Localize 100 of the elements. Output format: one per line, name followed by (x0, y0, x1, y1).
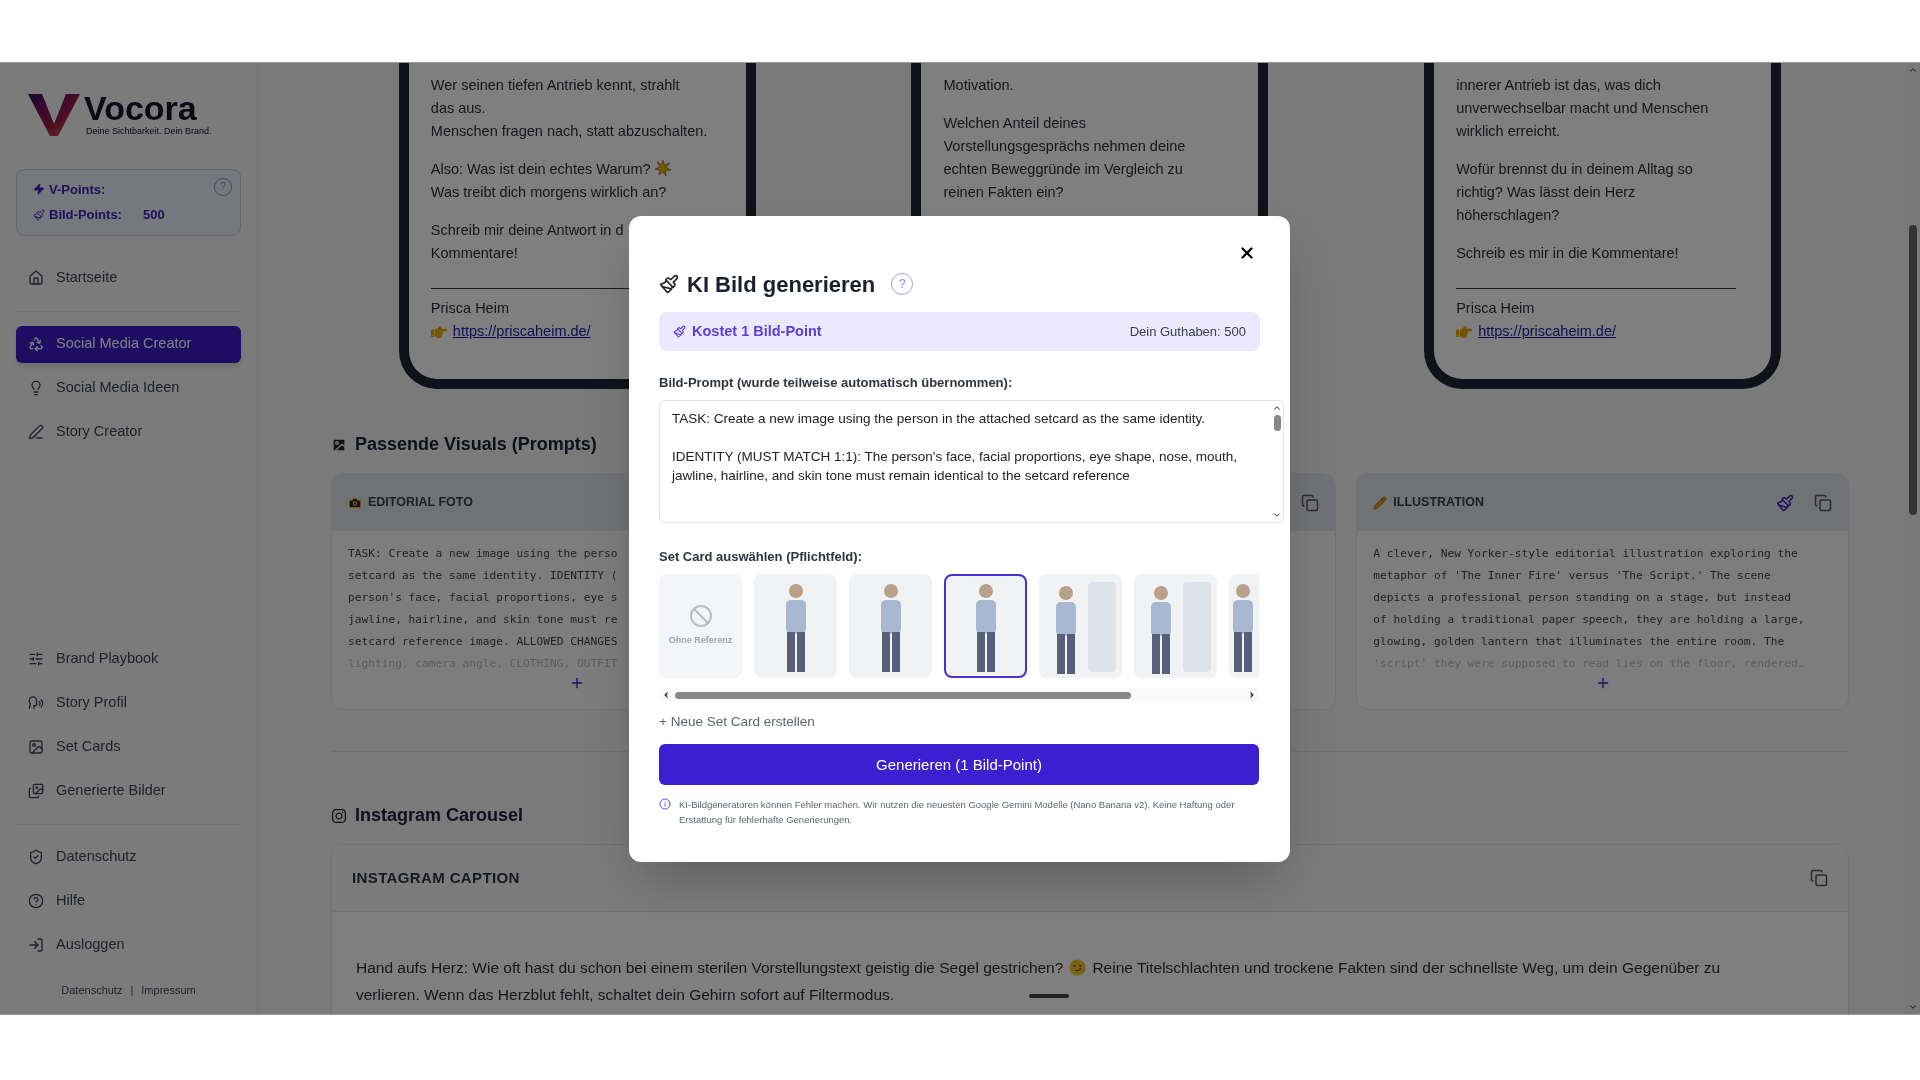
scroll-handle[interactable] (1029, 994, 1069, 998)
nav-item[interactable]: Generierte Bilder (16, 772, 241, 810)
pencil-icon (1373, 495, 1388, 510)
scroll-thumb[interactable] (1908, 225, 1917, 515)
scroll-right-icon[interactable] (1247, 690, 1257, 700)
lightning-icon (33, 183, 45, 196)
caption-text: Hand aufs Herz: Wie oft hast du schon bei einem sterilen Vorstellungstext geistig die Segel gestrichen? (356, 958, 1064, 978)
nav-item[interactable]: Brand Playbook (16, 640, 241, 678)
brush-icon (659, 274, 679, 294)
pointing-hand-icon (430, 323, 447, 340)
website-link[interactable]: https://priscaheim.de/ (1478, 320, 1616, 343)
speaking-person-icon (28, 695, 44, 711)
nav-item[interactable]: Hilfe (16, 882, 241, 920)
post-text: wirklich erreicht. (1456, 123, 1561, 139)
nav-item[interactable]: Set Cards (16, 728, 241, 766)
post-text: Schreib mir deine Antwort in d (430, 222, 624, 238)
cost-text: Kostet 1 Bild-Point (692, 321, 822, 341)
nav-item[interactable]: Story Creator (16, 413, 241, 451)
brand-tagline: Deine Sichtbarkeit. Dein Brand. (86, 125, 212, 138)
scroll-thumb[interactable] (1273, 414, 1281, 431)
logo-icon (28, 91, 80, 138)
brush-icon (673, 325, 686, 338)
setcard-thumbnail[interactable] (944, 574, 1027, 678)
copy-icon[interactable] (1301, 493, 1320, 512)
nav-item[interactable]: Social Media Ideen (16, 369, 241, 407)
dialog-title: KI Bild generieren (687, 270, 876, 299)
horizontal-scrollbar[interactable] (659, 688, 1259, 702)
post-text: Kommentare! (430, 245, 518, 261)
post-text: Schreib es mir in die Kommentare! (1456, 245, 1679, 261)
image-icon (331, 436, 347, 453)
generate-button[interactable]: Generieren (1 Bild-Point) (659, 744, 1259, 786)
post-text: Motivation. (943, 77, 1014, 93)
nav-item[interactable]: Datenschutz (16, 838, 241, 876)
brush-icon[interactable] (1776, 493, 1794, 512)
post-text: Was treibt dich morgens wirklich an? (430, 184, 667, 200)
scroll-down-icon[interactable] (1907, 1002, 1918, 1012)
lightbulb-icon (28, 380, 44, 396)
disclaimer-text: KI-Bildgeneratoren können Fehler machen. Wir nutzen die neuesten Google Gemini Modelle (Nano Banana v2). Keine Haftung oder Erstattung für fehlerhafte Generierungen. (679, 798, 1236, 828)
post-text: Welchen Anteil deines (943, 115, 1086, 131)
prompt-text: depicts a professional person standing on a stage, but instead (1373, 590, 1791, 606)
burst-icon (654, 160, 671, 176)
home-icon (28, 270, 44, 286)
prompt-label: Bild-Prompt (wurde teilweise automatisch übernommen): (659, 374, 1013, 392)
caption-text: verlieren. Wenn das Herzblut fehlt, schaltet dein Gehirn sofort auf Filtermodus. (356, 985, 895, 1005)
balance-text: Dein Guthaben: 500 (1129, 322, 1246, 341)
images-icon (28, 783, 44, 799)
close-icon (1238, 244, 1256, 262)
post-text: Wer seinen tiefen Antrieb kennt, strahlt (430, 77, 680, 93)
section-heading: Instagram Carousel (355, 804, 524, 827)
copy-icon[interactable] (1814, 493, 1832, 512)
caption-text: Reine Titelschlachten und trockene Fakten sind der schnellste Weg, um dein Gegenüber zu (1092, 958, 1721, 978)
image-icon (28, 739, 44, 755)
footer-separator: | (130, 982, 134, 998)
prompt-field[interactable]: TASK: Create a new image using the person in the attached setcard as the same identity. IDENTITY (MUST MATCH 1:1): The person's face, facial proportions, eye shape, nose, mouth, jawline, hairline, and skin tone must remain identical to the setcard reference (659, 399, 1284, 523)
post-text: Menschen fragen nach, statt abzuschalten. (430, 123, 708, 139)
prompt-text: TASK: Create a new image using the perso (348, 546, 618, 562)
footer-link[interactable]: Datenschutz (61, 981, 123, 998)
prompt-text: setcard reference image. ALLOWED CHANGES (348, 634, 618, 650)
prompt-text: A clever, New Yorker-style editorial illustration exploring the (1373, 546, 1798, 562)
post-text: Vorstellungsgesprächs nehmen deine (943, 138, 1186, 154)
no-reference-option[interactable]: Ohne Referenz (659, 574, 742, 678)
brush-icon (33, 208, 45, 221)
recycle-icon (28, 336, 44, 352)
nav-item[interactable]: Ausloggen (16, 926, 241, 964)
nav-item[interactable]: Story Profil (16, 684, 241, 722)
post-text: unverwechselbar macht und Menschen (1456, 100, 1709, 116)
prompt-text: person's face, facial proportions, eye s (348, 590, 618, 606)
info-icon (659, 798, 671, 811)
copy-icon[interactable] (1810, 869, 1828, 887)
points-label: V-Points: (49, 180, 107, 199)
new-setcard-link[interactable]: + Neue Set Card erstellen (659, 712, 815, 733)
footer-link[interactable]: Impressum (141, 981, 196, 998)
prompt-text: setcard as the same identity. IDENTITY ( (348, 568, 618, 584)
login-icon (28, 937, 44, 953)
card-title: ILLUSTRATION (1393, 494, 1485, 512)
prompt-text: of holding a traditional paper speech, they are holding a large, (1373, 612, 1805, 628)
website-link[interactable]: https://priscaheim.de/ (452, 320, 591, 343)
scroll-left-icon[interactable] (661, 690, 671, 700)
setcard-thumbnail[interactable] (849, 574, 932, 678)
points-value: 500 (143, 206, 165, 224)
signature-name: Prisca Heim (1456, 299, 1535, 318)
post-text: höherschlagen? (1456, 207, 1560, 223)
nav-item[interactable]: Startseite (16, 259, 241, 297)
help-icon (28, 893, 44, 909)
pointing-hand-icon (1456, 323, 1473, 340)
setcard-label: Set Card auswählen (Pflichtfeld): (659, 547, 862, 566)
nav-item[interactable]: Social Media Creator (16, 325, 241, 363)
scroll-thumb[interactable] (675, 691, 1131, 699)
option-label: Ohne Referenz (668, 634, 733, 648)
post-text: richtig? Was lässt dein Herz (1456, 184, 1636, 200)
no-symbol-icon (688, 604, 713, 629)
prompt-text: metaphor of 'The Inner Fire' versus 'The Script.' The scene (1373, 568, 1771, 584)
section-heading: Passende Visuals (Prompts) (355, 433, 597, 456)
camera-icon (348, 495, 362, 510)
scroll-up-icon[interactable] (1907, 65, 1918, 75)
setcard-thumbnail[interactable] (754, 574, 837, 678)
setcard-thumbnail[interactable] (1039, 574, 1122, 678)
vertical-scrollbar[interactable] (1905, 63, 1920, 1014)
brand-name: Vocora (84, 91, 198, 125)
setcard-thumbnail[interactable] (1134, 574, 1217, 678)
